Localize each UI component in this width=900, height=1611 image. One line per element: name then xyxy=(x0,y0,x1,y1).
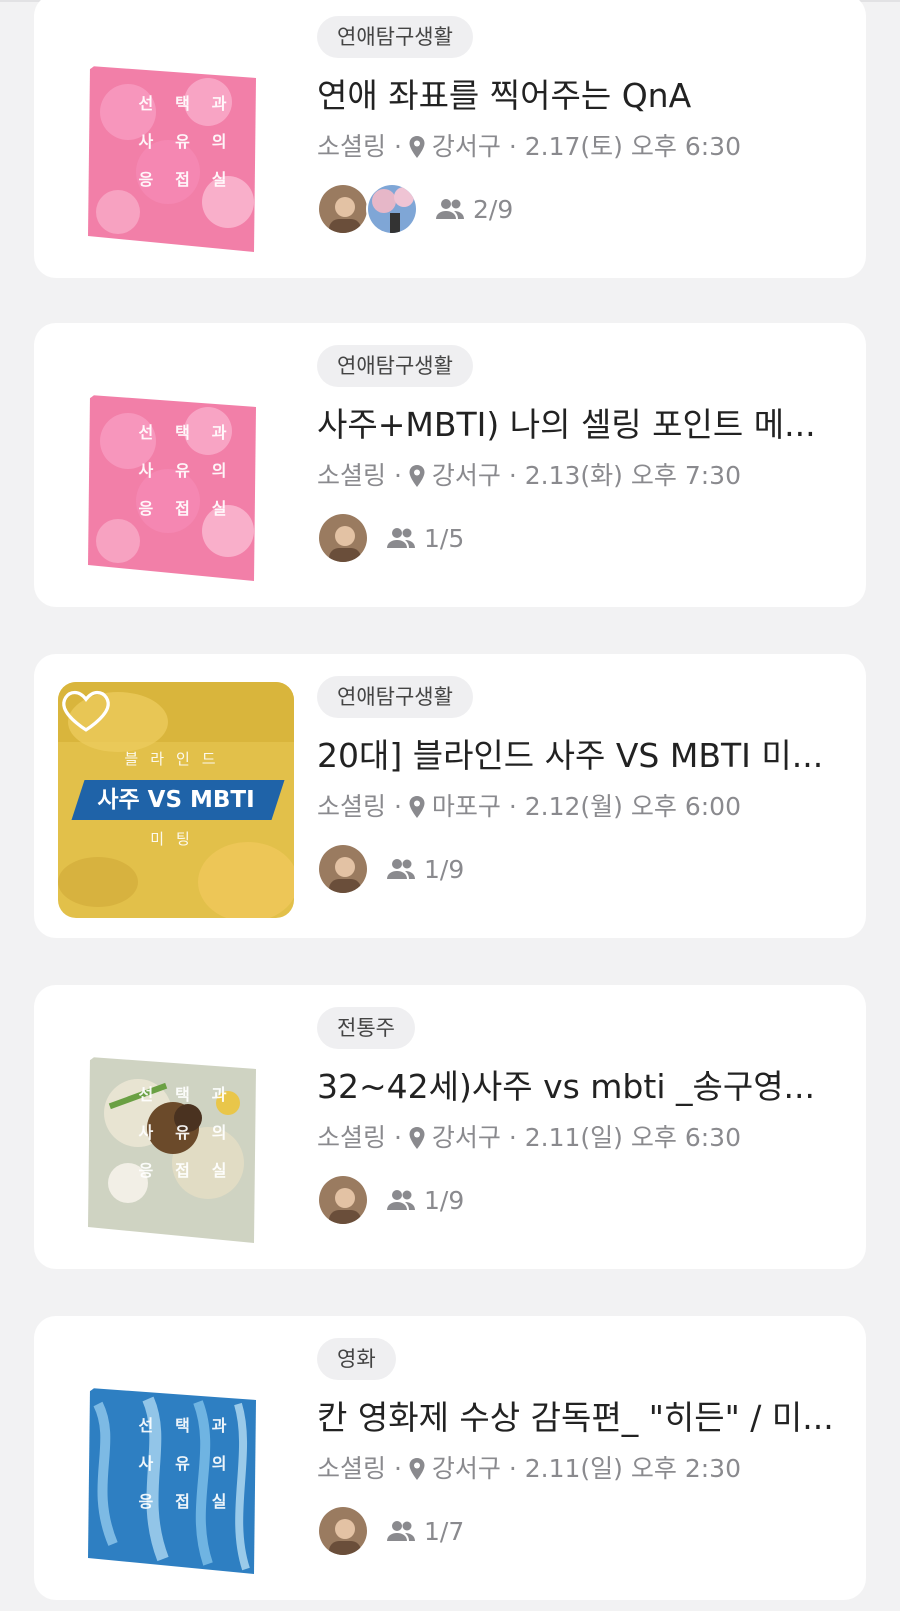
meeting-thumbnail[interactable]: 선택과 사유의 응접실 xyxy=(58,1013,294,1249)
people-icon xyxy=(387,859,415,879)
meeting-title: 20대] 블라인드 사주 VS MBTI 미... xyxy=(317,736,824,775)
people-icon xyxy=(387,1190,415,1210)
participant-count: 1/5 xyxy=(386,524,464,553)
meeting-card[interactable]: 선택과 사유의 응접실 연애탐구생활 연애 좌표를 찍어주는 QnA 소셜링 ·… xyxy=(34,0,866,278)
meeting-thumbnail[interactable]: 선택과 사유의 응접실 xyxy=(58,22,294,258)
meeting-meta: 소셜링 · 강서구 · 2.11(일) 오후 6:30 xyxy=(317,1122,741,1154)
avatar xyxy=(317,1174,369,1226)
meeting-title: 사주+MBTI) 나의 셀링 포인트 메... xyxy=(317,405,816,444)
participants-row: 1/7 xyxy=(317,1504,464,1558)
meeting-meta: 소셜링 · 강서구 · 2.13(화) 오후 7:30 xyxy=(317,460,741,492)
meeting-thumbnail[interactable]: 블라인드 사주 VS MBTI 미팅 xyxy=(58,682,294,918)
meeting-card[interactable]: 선택과 사유의 응접실 영화 칸 영화제 수상 감독편_ "히든" / 미...… xyxy=(34,1316,866,1600)
thumbnail-caption: 선택과 사유의 응접실 xyxy=(138,423,228,518)
avatar xyxy=(317,1505,369,1557)
people-icon xyxy=(387,1521,415,1541)
location-pin-icon xyxy=(409,1458,425,1480)
host-type: 소셜링 · xyxy=(317,1454,402,1483)
participants-row: 1/5 xyxy=(317,511,464,565)
location-text: 강서구 xyxy=(431,461,501,490)
location-text: 강서구 xyxy=(431,132,501,161)
host-type: 소셜링 · xyxy=(317,792,402,821)
meeting-thumbnail[interactable]: 선택과 사유의 응접실 xyxy=(58,1344,294,1580)
thumbnail-subtitle: 블라인드 xyxy=(124,750,228,768)
thumbnail-caption: 선택과 사유의 응접실 xyxy=(138,1416,228,1511)
avatar xyxy=(317,183,369,235)
participant-count: 2/9 xyxy=(435,195,513,224)
datetime-text: · 2.17(토) 오후 6:30 xyxy=(508,132,741,161)
datetime-text: · 2.12(월) 오후 6:00 xyxy=(508,792,741,821)
meeting-card[interactable]: 블라인드 사주 VS MBTI 미팅 연애탐구생활 20대] 블라인드 사주 V… xyxy=(34,654,866,938)
heart-outline-icon[interactable] xyxy=(58,1344,114,1400)
meeting-meta: 소셜링 · 마포구 · 2.12(월) 오후 6:00 xyxy=(317,791,741,823)
heart-outline-icon[interactable] xyxy=(58,1013,114,1069)
thumbnail-caption: 선택과 사유의 응접실 xyxy=(138,1085,228,1180)
meeting-card[interactable]: 선택과 사유의 응접실 전통주 32~42세)사주 vs mbti _송구영..… xyxy=(34,985,866,1269)
heart-outline-icon[interactable] xyxy=(58,682,114,738)
category-tag: 연애탐구생활 xyxy=(317,676,473,718)
heart-outline-icon[interactable] xyxy=(58,22,114,78)
host-type: 소셜링 · xyxy=(317,461,402,490)
avatar xyxy=(366,183,418,235)
datetime-text: · 2.11(일) 오후 6:30 xyxy=(508,1123,741,1152)
meeting-meta: 소셜링 · 강서구 · 2.11(일) 오후 2:30 xyxy=(317,1453,741,1485)
meeting-title: 32~42세)사주 vs mbti _송구영... xyxy=(317,1067,816,1106)
thumbnail-caption: 선택과 사유의 응접실 xyxy=(138,94,228,189)
participant-count: 1/9 xyxy=(386,1186,464,1215)
category-tag: 연애탐구생활 xyxy=(317,16,473,58)
meeting-title: 칸 영화제 수상 감독편_ "히든" / 미... xyxy=(317,1398,834,1437)
location-text: 강서구 xyxy=(431,1454,501,1483)
participant-count: 1/9 xyxy=(386,855,464,884)
meeting-meta: 소셜링 · 강서구 · 2.17(토) 오후 6:30 xyxy=(317,131,741,163)
heart-outline-icon[interactable] xyxy=(58,351,114,407)
host-type: 소셜링 · xyxy=(317,132,402,161)
avatar xyxy=(317,843,369,895)
location-pin-icon xyxy=(409,465,425,487)
people-icon xyxy=(436,199,464,219)
participants-row: 1/9 xyxy=(317,1173,464,1227)
location-text: 마포구 xyxy=(431,792,501,821)
host-type: 소셜링 · xyxy=(317,1123,402,1152)
thumbnail-subtitle: 미팅 xyxy=(150,830,202,848)
participant-count: 1/7 xyxy=(386,1517,464,1546)
participants-row: 2/9 xyxy=(317,182,513,236)
meeting-title: 연애 좌표를 찍어주는 QnA xyxy=(317,76,692,115)
location-text: 강서구 xyxy=(431,1123,501,1152)
meeting-card[interactable]: 선택과 사유의 응접실 연애탐구생활 사주+MBTI) 나의 셀링 포인트 메.… xyxy=(34,323,866,607)
datetime-text: · 2.13(화) 오후 7:30 xyxy=(508,461,741,490)
category-tag: 영화 xyxy=(317,1338,396,1380)
location-pin-icon xyxy=(409,136,425,158)
location-pin-icon xyxy=(409,796,425,818)
location-pin-icon xyxy=(409,1127,425,1149)
category-tag: 전통주 xyxy=(317,1007,415,1049)
people-icon xyxy=(387,528,415,548)
thumbnail-caption: 사주 VS MBTI xyxy=(97,787,255,813)
meeting-thumbnail[interactable]: 선택과 사유의 응접실 xyxy=(58,351,294,587)
avatar xyxy=(317,512,369,564)
datetime-text: · 2.11(일) 오후 2:30 xyxy=(508,1454,741,1483)
category-tag: 연애탐구생활 xyxy=(317,345,473,387)
participants-row: 1/9 xyxy=(317,842,464,896)
